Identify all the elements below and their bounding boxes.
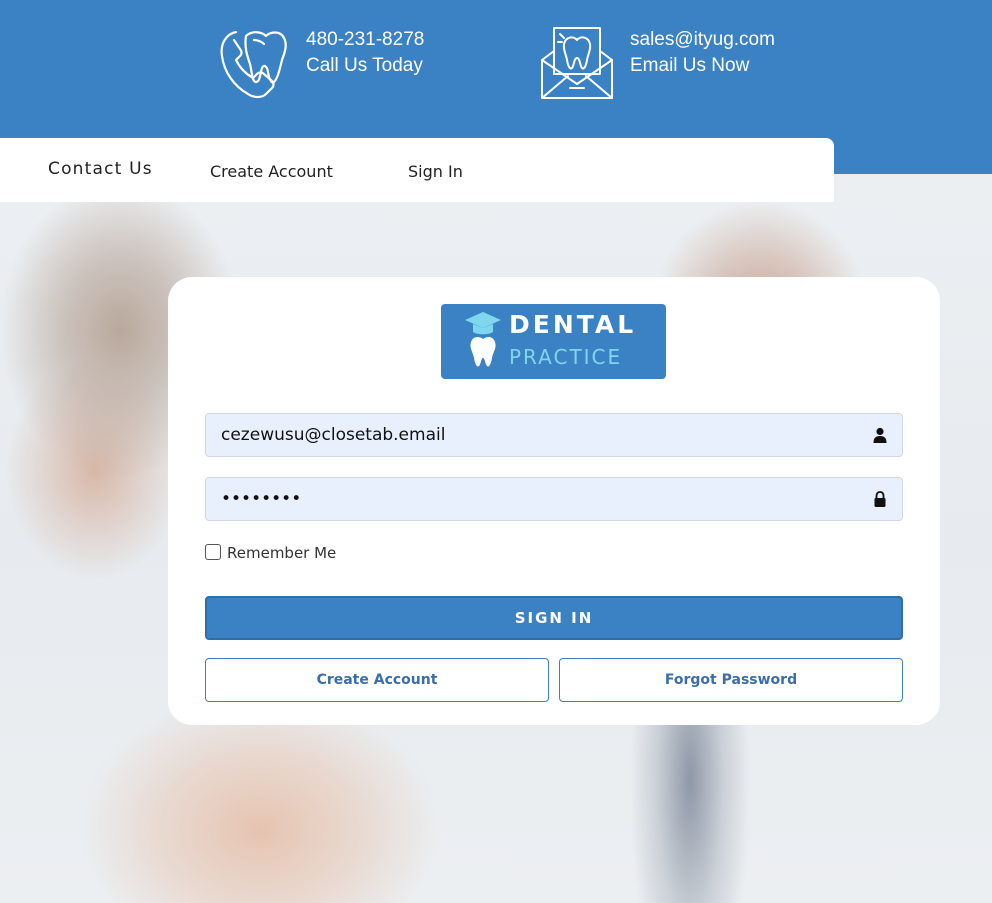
email-field-wrapper <box>205 413 903 457</box>
phone-contact[interactable]: 480-231-8278 Call Us Today <box>216 26 424 100</box>
main-nav: Contact Us Create Account Sign In <box>0 138 834 202</box>
tooth-phone-icon <box>220 30 287 99</box>
lock-icon <box>874 491 886 507</box>
forgot-password-button[interactable]: Forgot Password <box>559 658 903 702</box>
email-field[interactable] <box>206 414 866 456</box>
remember-me[interactable]: Remember Me <box>205 541 336 562</box>
logo-line2: PRACTICE <box>509 345 623 369</box>
remember-me-checkbox[interactable] <box>205 543 221 560</box>
user-icon <box>873 427 887 443</box>
remember-me-label[interactable]: Remember Me <box>227 544 336 562</box>
email-contact[interactable]: sales@ityug.com Email Us Now <box>540 26 775 100</box>
password-field[interactable] <box>206 478 866 520</box>
logo-line1: DENTAL <box>509 310 637 339</box>
sign-in-button[interactable]: SIGN IN <box>205 596 903 640</box>
create-account-button[interactable]: Create Account <box>205 658 549 702</box>
nav-contact-us[interactable]: Contact Us <box>48 159 153 179</box>
tooth-envelope-icon <box>541 27 613 99</box>
phone-caption: Call Us Today <box>306 55 423 76</box>
graduation-tooth-icon <box>465 312 501 367</box>
login-card: DENTAL PRACTICE Remember Me SIGN IN Crea… <box>168 277 940 725</box>
email-caption: Email Us Now <box>630 55 750 76</box>
nav-create-account[interactable]: Create Account <box>210 162 333 181</box>
password-field-wrapper <box>205 477 903 521</box>
dental-practice-logo: DENTAL PRACTICE <box>441 304 666 379</box>
phone-number[interactable]: 480-231-8278 <box>306 27 424 53</box>
email-address[interactable]: sales@ityug.com <box>630 27 775 53</box>
nav-sign-in[interactable]: Sign In <box>408 162 463 181</box>
